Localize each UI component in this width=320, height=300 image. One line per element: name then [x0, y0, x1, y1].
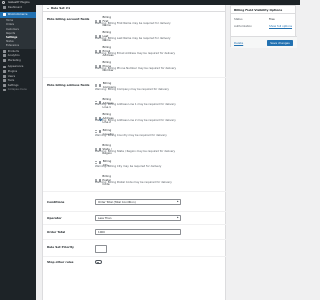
order-total-row: Order Total 1000 [43, 225, 227, 240]
stop-rules-row: Stop other rules [43, 257, 227, 268]
field-warning: Warning: Billing First Name may be requi… [95, 20, 171, 25]
site-name-link[interactable]: Gabes87 Plugins [8, 1, 30, 4]
sidebar-title: Billing Field Visibility Options [234, 7, 283, 12]
conditions-row: Conditions Order Total (Total Condition) [43, 192, 227, 212]
show-full-options-link[interactable]: Show full options [269, 24, 292, 28]
priority-input[interactable] [95, 245, 107, 253]
conditions-label: Conditions [47, 200, 65, 204]
rule-set-panel: Rule Set #1 Hide billing account fields … [42, 5, 227, 300]
sidebar-header: Billing Field Visibility Options [231, 6, 295, 14]
tools-icon [3, 79, 6, 83]
status-value: Free [269, 17, 275, 21]
operator-select[interactable]: Less Than [95, 215, 181, 221]
wordpress-logo-icon[interactable] [2, 1, 5, 4]
status-label: Status [234, 17, 243, 21]
field-warning: Warning: Billing State / Region may be r… [95, 148, 176, 153]
admin-menu: Dashboard WooCommerce Home Orders Custom… [0, 5, 36, 300]
field-warning: Warning: Billing Email Address may be re… [95, 50, 176, 55]
collapse-menu-button[interactable]: Collapse menu [0, 88, 36, 93]
sidebar-footer: Delete Save changes [231, 36, 297, 48]
authorization-label: Authorization [234, 24, 253, 28]
dashboard-icon [3, 5, 6, 9]
settings-icon [3, 83, 6, 87]
field-warning: Warning: Billing Phone Number may be req… [95, 65, 177, 70]
panel-title: Rule Set #1 [51, 6, 71, 10]
delete-link[interactable]: Delete [234, 41, 243, 45]
account-fields-label: Hide billing account fields [47, 17, 90, 21]
conditions-select[interactable]: Order Total (Total Condition) [95, 199, 181, 205]
field-warning: Warning: Billing City may be required fo… [95, 164, 162, 168]
analytics-icon [3, 54, 6, 58]
appearance-icon [3, 65, 6, 69]
priority-row: Rule Set Priority [43, 240, 227, 257]
field-warning: Warning: Billing Company may be required… [95, 86, 169, 91]
field-warning: Warning: Billing Last Name may be requir… [95, 35, 171, 40]
operator-row: Operator Less Than [43, 212, 227, 225]
priority-label: Rule Set Priority [47, 245, 74, 249]
order-total-label: Order Total [47, 230, 66, 234]
products-icon [3, 49, 6, 53]
order-total-input[interactable]: 1000 [95, 229, 181, 235]
field-warning: Warning: Billing Address Line 1 may be r… [95, 102, 176, 106]
stop-rules-label: Stop other rules [47, 260, 74, 264]
field-warning: Warning: Billing Address Line 2 may be r… [95, 117, 176, 122]
account-fields-row: Hide billing account fields Billing Firs… [43, 12, 227, 78]
field-warning: Warning: Billing Postal Code may be requ… [95, 179, 172, 184]
address-fields-row: Hide billing address fields Billing Comp… [43, 78, 227, 192]
options-sidebar: Billing Field Visibility Options Status … [230, 5, 297, 48]
address-fields-label: Hide billing address fields [47, 83, 90, 87]
caret-down-icon[interactable] [47, 7, 49, 9]
woocommerce-icon [3, 13, 6, 16]
plugins-icon [3, 70, 6, 73]
stop-rules-toggle[interactable] [95, 260, 102, 264]
operator-label: Operator [47, 216, 62, 220]
collapse-icon [3, 88, 6, 92]
panel-header[interactable]: Rule Set #1 [43, 5, 225, 12]
woocommerce-submenu: Home Orders Customers Reports Settings S… [0, 17, 36, 49]
save-changes-button[interactable]: Save changes [267, 39, 293, 46]
toggle-knob [96, 261, 99, 264]
field-warning: Warning: Billing Country may be required… [95, 133, 167, 137]
chevron-down-icon [176, 200, 179, 203]
users-icon [3, 74, 6, 78]
submenu-item-extensions[interactable]: Extensions [0, 44, 36, 48]
chevron-down-icon [176, 216, 179, 219]
marketing-icon [3, 58, 6, 62]
